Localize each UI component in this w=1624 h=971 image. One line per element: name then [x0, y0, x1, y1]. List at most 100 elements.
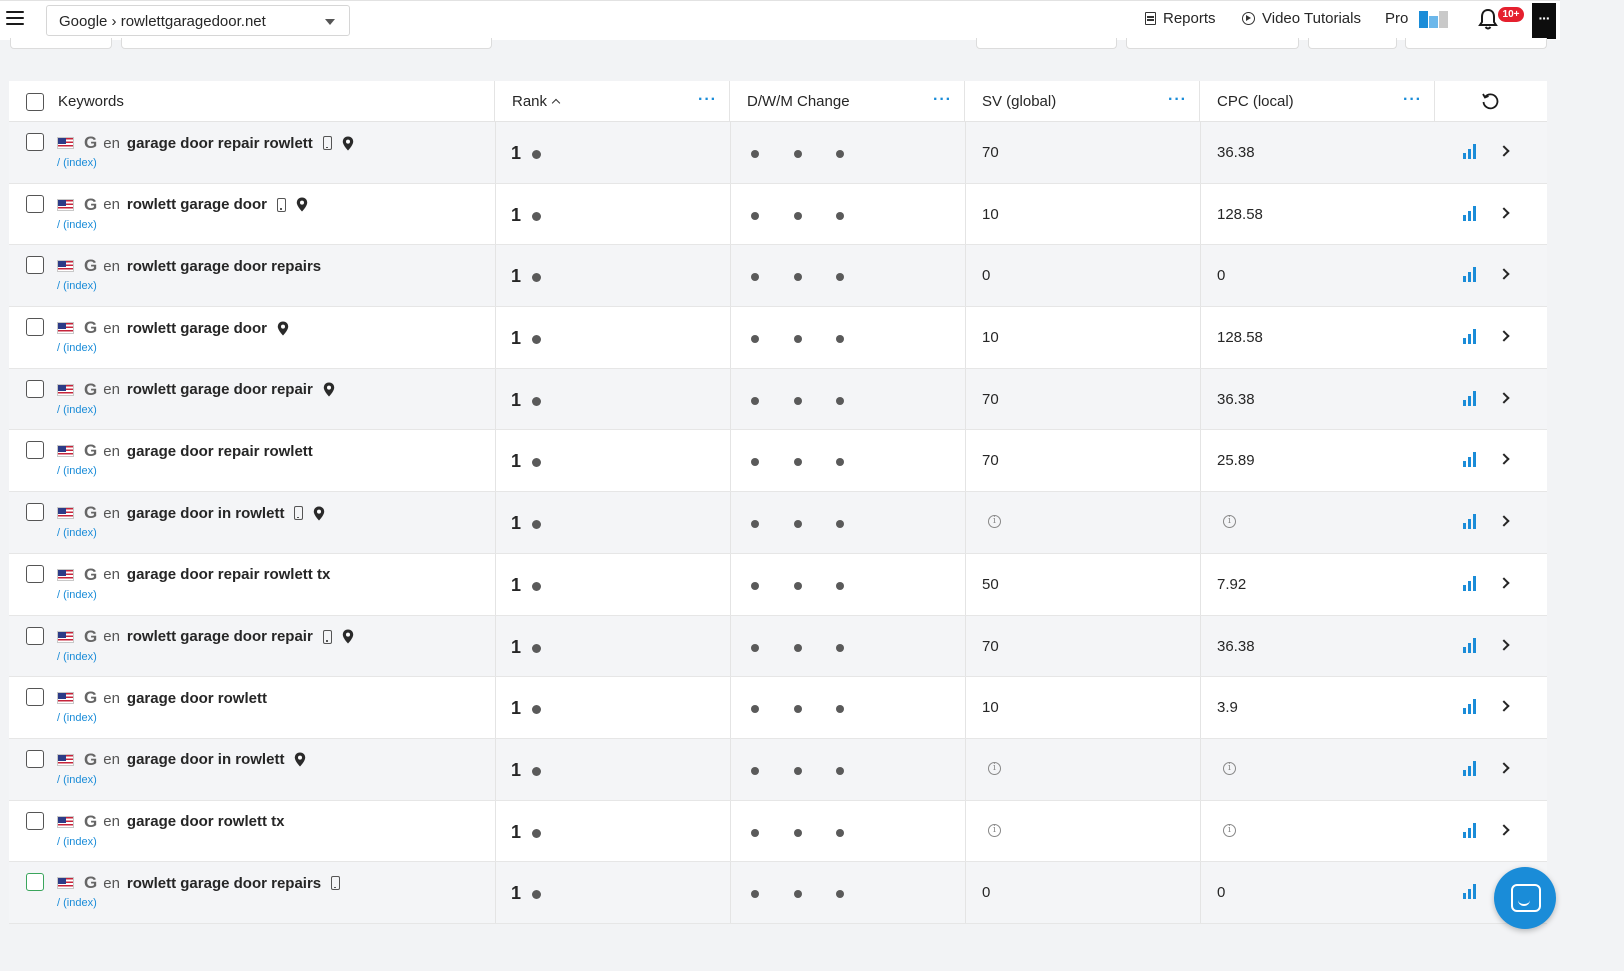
- video-tutorials-link[interactable]: Video Tutorials: [1242, 10, 1361, 27]
- row-checkbox[interactable]: [26, 626, 44, 645]
- row-checkbox[interactable]: [26, 688, 44, 707]
- chevron-right-icon[interactable]: [1498, 577, 1510, 589]
- chevron-right-icon[interactable]: [1498, 700, 1510, 712]
- chevron-right-icon[interactable]: [1498, 515, 1510, 527]
- bar-chart-icon[interactable]: [1463, 329, 1477, 345]
- chat-button[interactable]: [1494, 867, 1556, 929]
- keyword-text[interactable]: rowlett garage door repair: [127, 381, 313, 398]
- refresh-icon[interactable]: [1481, 92, 1499, 110]
- keyword-text[interactable]: garage door in rowlett: [127, 505, 285, 522]
- row-checkbox[interactable]: [26, 503, 44, 522]
- chevron-right-icon[interactable]: [1498, 392, 1510, 404]
- notification-badge[interactable]: 10+: [1498, 7, 1524, 22]
- more-button[interactable]: ···: [1532, 3, 1556, 39]
- column-change[interactable]: D/W/M Change ···: [730, 81, 965, 122]
- toolbar-filter[interactable]: [121, 38, 492, 49]
- keyword-text[interactable]: rowlett garage door repairs: [127, 875, 321, 892]
- toolbar-control[interactable]: [10, 38, 112, 49]
- column-cpc[interactable]: CPC (local) ···: [1200, 81, 1435, 122]
- column-rank[interactable]: Rank ···: [495, 81, 730, 122]
- keyword-text[interactable]: rowlett garage door repairs: [127, 258, 321, 275]
- chevron-right-icon[interactable]: [1498, 268, 1510, 281]
- row-checkbox[interactable]: [26, 811, 44, 830]
- bar-chart-icon[interactable]: [1463, 390, 1477, 406]
- keyword-text[interactable]: rowlett garage door: [127, 320, 267, 337]
- pro-link[interactable]: Pro: [1385, 10, 1408, 27]
- row-checkbox[interactable]: [26, 318, 44, 337]
- table-row[interactable]: Gen garage door repair rowlett / (index) 1 7…: [9, 430, 1547, 493]
- ranking-url[interactable]: / (index): [57, 897, 97, 909]
- ranking-url[interactable]: / (index): [57, 589, 97, 601]
- cpc-menu-button[interactable]: ···: [1403, 91, 1422, 109]
- column-keywords[interactable]: Keywords: [9, 81, 495, 122]
- table-row[interactable]: Gen garage door repair rowlett / (index) 1 7…: [9, 122, 1547, 184]
- chevron-right-icon[interactable]: [1498, 330, 1510, 342]
- pro-logo-icon[interactable]: [1419, 11, 1449, 28]
- info-icon[interactable]: i: [988, 515, 1001, 529]
- table-row[interactable]: Gen rowlett garage door / (index) 1 10 128.58: [9, 307, 1547, 369]
- keyword-text[interactable]: garage door repair rowlett: [127, 443, 313, 460]
- keyword-text[interactable]: rowlett garage door: [127, 196, 267, 213]
- bar-chart-icon[interactable]: [1463, 637, 1477, 653]
- keyword-text[interactable]: garage door rowlett tx: [127, 813, 285, 830]
- bar-chart-icon[interactable]: [1463, 144, 1477, 159]
- rank-menu-button[interactable]: ···: [698, 91, 717, 109]
- info-icon[interactable]: i: [1223, 515, 1236, 529]
- chevron-right-icon[interactable]: [1498, 145, 1510, 157]
- select-all-checkbox[interactable]: [26, 93, 44, 111]
- table-row[interactable]: Gen garage door in rowlett / (index) 1 i i: [9, 738, 1547, 801]
- row-checkbox[interactable]: [26, 256, 44, 275]
- toolbar-control[interactable]: [1308, 38, 1397, 49]
- row-checkbox[interactable]: [26, 873, 44, 892]
- table-row[interactable]: Gen rowlett garage door repair / (index) 1 7…: [9, 615, 1547, 678]
- bar-chart-icon[interactable]: [1463, 514, 1477, 530]
- ranking-url[interactable]: / (index): [57, 651, 97, 663]
- table-row[interactable]: Gen garage door rowlett tx / (index) 1 i i: [9, 800, 1547, 863]
- row-checkbox[interactable]: [26, 564, 44, 583]
- ranking-url[interactable]: / (index): [57, 219, 97, 231]
- keyword-text[interactable]: garage door rowlett: [127, 690, 267, 707]
- column-sv[interactable]: SV (global) ···: [965, 81, 1200, 122]
- info-icon[interactable]: i: [1223, 823, 1236, 837]
- table-row[interactable]: Gen rowlett garage door / (index) 1 10 128.58: [9, 183, 1547, 246]
- bar-chart-icon[interactable]: [1463, 575, 1477, 591]
- bar-chart-icon[interactable]: [1463, 884, 1477, 900]
- table-row[interactable]: Gen garage door rowlett / (index) 1 10 3.9: [9, 677, 1547, 739]
- info-icon[interactable]: i: [988, 823, 1001, 837]
- table-row[interactable]: Gen rowlett garage door repairs / (index) 1…: [9, 245, 1547, 308]
- row-checkbox[interactable]: [26, 194, 44, 213]
- ranking-url[interactable]: / (index): [57, 342, 97, 354]
- ranking-url[interactable]: / (index): [57, 836, 97, 848]
- table-row[interactable]: Gen rowlett garage door repairs / (index) 1…: [9, 862, 1547, 924]
- table-row[interactable]: Gen rowlett garage door repair / (index) 1 7…: [9, 368, 1547, 431]
- bar-chart-icon[interactable]: [1463, 760, 1477, 776]
- bar-chart-icon[interactable]: [1463, 699, 1477, 715]
- ranking-url[interactable]: / (index): [57, 157, 97, 169]
- toolbar-control[interactable]: [1405, 38, 1547, 49]
- info-icon[interactable]: i: [1223, 761, 1236, 775]
- sv-menu-button[interactable]: ···: [1168, 91, 1187, 109]
- bar-chart-icon[interactable]: [1463, 452, 1477, 468]
- project-selector[interactable]: Google › rowlettgaragedoor.net: [46, 5, 350, 36]
- row-checkbox[interactable]: [26, 133, 44, 151]
- bar-chart-icon[interactable]: [1463, 205, 1477, 221]
- sort-up-icon[interactable]: [551, 98, 561, 108]
- ranking-url[interactable]: / (index): [57, 712, 97, 724]
- bell-icon[interactable]: [1478, 8, 1498, 30]
- chevron-right-icon[interactable]: [1498, 823, 1510, 836]
- row-checkbox[interactable]: [26, 379, 44, 398]
- chevron-right-icon[interactable]: [1498, 638, 1510, 651]
- chevron-right-icon[interactable]: [1498, 453, 1510, 466]
- keyword-text[interactable]: rowlett garage door repair: [127, 628, 313, 645]
- toolbar-control[interactable]: [976, 38, 1117, 49]
- row-checkbox[interactable]: [26, 749, 44, 768]
- row-checkbox[interactable]: [26, 441, 44, 460]
- bar-chart-icon[interactable]: [1463, 267, 1477, 283]
- ranking-url[interactable]: / (index): [57, 465, 97, 477]
- ranking-url[interactable]: / (index): [57, 774, 97, 786]
- ranking-url[interactable]: / (index): [57, 280, 97, 292]
- table-row[interactable]: Gen garage door in rowlett / (index) 1 i i: [9, 492, 1547, 554]
- change-menu-button[interactable]: ···: [933, 91, 952, 109]
- ranking-url[interactable]: / (index): [57, 527, 97, 539]
- chevron-right-icon[interactable]: [1498, 762, 1510, 774]
